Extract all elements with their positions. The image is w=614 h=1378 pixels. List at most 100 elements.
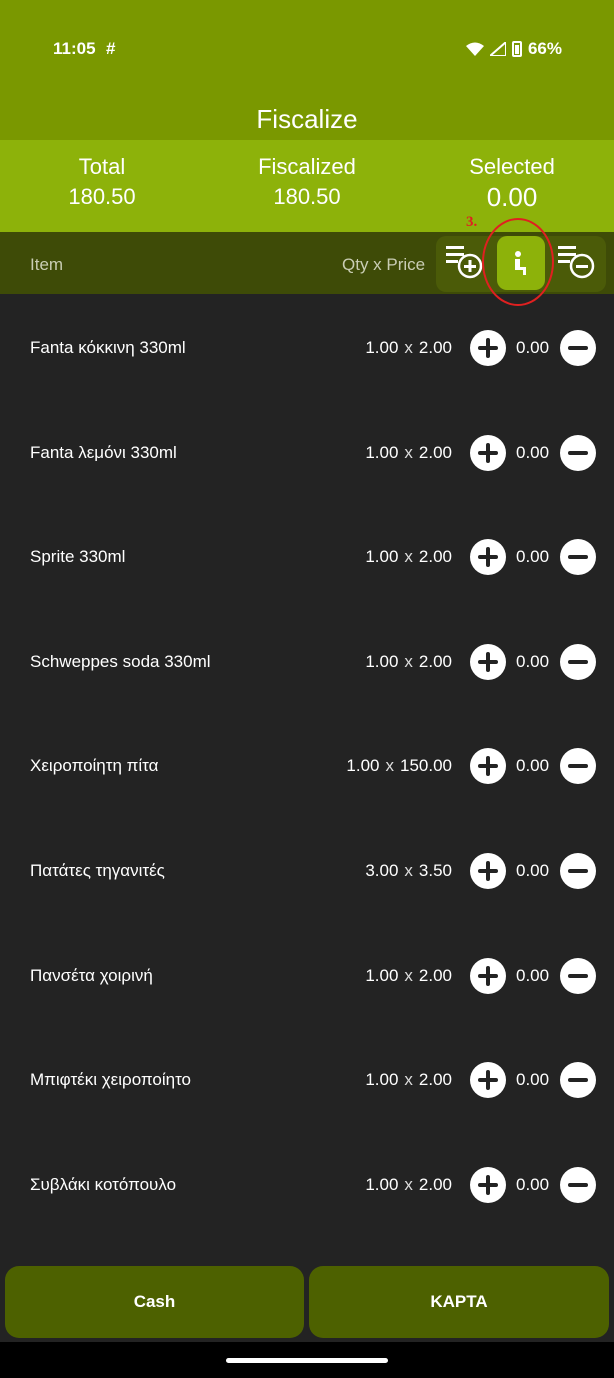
item-selected-qty: 0.00 [516, 547, 550, 567]
slack-icon: # [106, 39, 116, 58]
item-qty: 1.00 [365, 651, 399, 671]
list-item[interactable]: Fanta λεμόνι 330ml 1.00 x 2.00 0.00 [0, 400, 614, 504]
plus-icon[interactable] [470, 748, 506, 785]
total-block: Total 180.50 [0, 154, 204, 210]
total-value: 180.50 [68, 184, 136, 209]
item-price: 3.50 [418, 861, 452, 880]
multiply-sign: x [385, 756, 395, 776]
fiscalized-label: Fiscalized [258, 154, 356, 179]
item-qty: 1.00 [365, 1174, 399, 1194]
minus-icon[interactable] [560, 957, 596, 994]
item-qty-price: 1.00 x 2.00 [365, 1070, 452, 1090]
item-name: Χειροποίητη πίτα [30, 756, 159, 776]
plus-icon[interactable] [470, 434, 506, 471]
item-price: 2.00 [418, 965, 452, 985]
minus-icon[interactable] [560, 1166, 596, 1203]
list-item[interactable]: Συβλάκι κοτόπουλο 1.00 x 2.00 0.00 [0, 1132, 614, 1236]
multiply-sign: x [404, 442, 413, 462]
list-item[interactable]: Πατάτες τηγανιτές 3.00 x 3.50 0.00 [0, 818, 614, 922]
list-item[interactable]: Χειροποίητη πίτα 1.00 x 150.00 0.00 [0, 713, 614, 817]
item-qty: 1.00 [365, 1070, 399, 1090]
plus-icon[interactable] [470, 957, 506, 994]
plus-icon[interactable] [470, 539, 506, 576]
item-qty-price: 1.00 x 2.00 [365, 652, 452, 672]
item-name: Συβλάκι κοτόπουλο [30, 1174, 177, 1194]
item-price: 2.00 [418, 442, 452, 462]
plus-icon[interactable] [470, 330, 506, 366]
item-qty-price: 1.00 x 2.00 [365, 443, 452, 463]
playlist-remove-icon[interactable] [558, 244, 596, 280]
item-price: 2.00 [418, 547, 452, 567]
minus-icon[interactable] [560, 539, 596, 576]
item-qty-price: 1.00 x 150.00 [346, 756, 452, 776]
list-item[interactable]: Πανσέτα χοιρινή 1.00 x 2.00 0.00 [0, 923, 614, 1027]
annotation-label: 3. [466, 214, 478, 230]
multiply-sign: x [404, 965, 413, 985]
item-name: Schweppes soda 330ml [30, 651, 211, 671]
minus-icon[interactable] [560, 853, 596, 889]
list-item[interactable]: Schweppes soda 330ml 1.00 x 2.00 0.00 [0, 609, 614, 713]
item-qty: 1.00 [365, 965, 399, 985]
list-item[interactable]: Sprite 330ml 1.00 x 2.00 0.00 [0, 504, 614, 608]
card-button[interactable]: ΚΑΡΤΑ [309, 1266, 609, 1338]
item-qty: 1.00 [365, 442, 399, 462]
selected-label: Selected [469, 154, 555, 179]
item-price: 2.00 [418, 651, 452, 671]
item-name: Μπιφτέκι χειροποίητο [30, 1070, 192, 1090]
item-qty-price: 1.00 x 2.00 [365, 338, 452, 358]
multiply-sign: x [404, 1174, 413, 1194]
item-price: 2.00 [418, 338, 452, 357]
item-qty: 1.00 [346, 756, 380, 776]
list-item[interactable]: Fanta κόκκινη 330ml 1.00 x 2.00 0.00 [0, 295, 614, 399]
fiscalized-block: Fiscalized 180.50 [205, 154, 409, 210]
item-qty: 1.00 [365, 547, 399, 567]
home-handle[interactable] [226, 1358, 388, 1363]
plus-icon[interactable] [470, 643, 506, 680]
item-name: Fanta λεμόνι 330ml [30, 442, 177, 462]
item-selected-qty: 0.00 [516, 1070, 550, 1090]
item-qty-price: 1.00 x 2.00 [365, 966, 452, 986]
cash-button[interactable]: Cash [5, 1266, 304, 1338]
annotation-circle [482, 218, 554, 306]
item-selected-qty: 0.00 [516, 651, 550, 671]
battery-percent: 66% [527, 39, 562, 58]
item-qty: 1.00 [365, 338, 399, 357]
minus-icon[interactable] [560, 434, 596, 471]
item-selected-qty: 0.00 [516, 756, 550, 776]
minus-icon[interactable] [560, 1062, 596, 1099]
item-price: 2.00 [418, 1070, 452, 1090]
item-name: Sprite 330ml [30, 547, 126, 567]
minus-icon[interactable] [560, 643, 596, 680]
battery-icon [511, 41, 522, 57]
wifi-icon [465, 42, 484, 56]
multiply-sign: x [404, 338, 413, 357]
item-name: Πανσέτα χοιρινή [30, 965, 153, 985]
plus-icon[interactable] [470, 1166, 506, 1203]
plus-icon[interactable] [470, 1062, 506, 1099]
playlist-add-icon[interactable] [446, 244, 484, 280]
item-selected-qty: 0.00 [516, 965, 550, 985]
multiply-sign: x [404, 861, 413, 880]
list-item[interactable]: Μπιφτέκι χειροποίητο 1.00 x 2.00 0.00 [0, 1027, 614, 1131]
multiply-sign: x [404, 651, 413, 671]
multiply-sign: x [404, 1070, 413, 1090]
plus-icon[interactable] [470, 853, 506, 889]
minus-icon[interactable] [560, 748, 596, 785]
header-item: Item [30, 255, 64, 274]
page-title: Fiscalize [256, 104, 358, 134]
minus-icon[interactable] [560, 330, 596, 366]
signal-icon [489, 42, 506, 56]
item-price: 2.00 [418, 1174, 452, 1194]
item-qty-price: 1.00 x 2.00 [365, 1175, 452, 1195]
selected-value: 0.00 [486, 182, 538, 212]
fiscalized-value: 180.50 [273, 184, 341, 209]
status-indicators: 66% [465, 39, 562, 59]
item-name: Πατάτες τηγανιτές [30, 861, 165, 880]
item-price: 150.00 [400, 756, 452, 776]
item-selected-qty: 0.00 [516, 338, 550, 357]
item-qty-price: 1.00 x 2.00 [365, 547, 452, 567]
status-time: 11:05 [53, 39, 96, 58]
multiply-sign: x [404, 547, 413, 567]
item-qty-price: 3.00 x 3.50 [365, 861, 452, 881]
item-selected-qty: 0.00 [516, 861, 550, 880]
